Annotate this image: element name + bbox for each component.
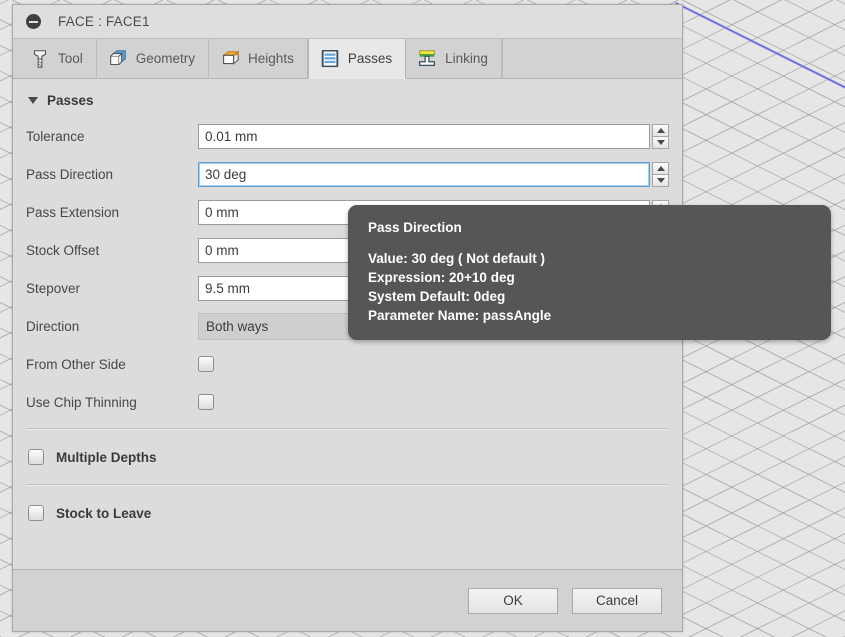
linking-icon (419, 49, 436, 66)
dialog-footer: OK Cancel (13, 569, 682, 631)
caret-down-icon[interactable] (28, 96, 38, 104)
arrow-up-icon (656, 165, 665, 171)
dialog-title: FACE : FACE1 (58, 14, 150, 29)
tooltip-title: Pass Direction (368, 220, 462, 235)
pass-direction-input[interactable]: 30 deg (198, 161, 650, 187)
minus-circle-icon[interactable] (26, 14, 41, 29)
passes-icon (321, 49, 339, 67)
dialog-titlebar: FACE : FACE1 (13, 5, 682, 39)
tool-icon (33, 49, 47, 68)
tolerance-input[interactable]: 0.01 mm (198, 123, 650, 149)
parameter-tooltip: Pass Direction Value: 30 deg ( Not defau… (348, 205, 831, 340)
arrow-down-icon (656, 139, 665, 145)
row-tolerance: Tolerance 0.01 mm (26, 117, 669, 155)
group-multiple-depths[interactable]: Multiple Depths (26, 437, 669, 477)
stock-to-leave-checkbox[interactable] (28, 505, 44, 521)
section-divider (26, 484, 669, 486)
row-pass-direction: Pass Direction 30 deg (26, 155, 669, 193)
geometry-icon (109, 49, 126, 65)
pass-direction-spin-up[interactable] (652, 161, 669, 174)
tolerance-spin-down[interactable] (652, 135, 669, 149)
heights-icon (222, 50, 240, 65)
arrow-up-icon (656, 127, 665, 133)
tooltip-line-system-default: System Default: 0deg (368, 289, 506, 304)
stock-to-leave-label: Stock to Leave (56, 505, 152, 521)
label-pass-extension: Pass Extension (26, 204, 120, 220)
from-other-side-checkbox[interactable] (198, 356, 214, 372)
ok-button[interactable]: OK (468, 587, 558, 614)
pass-direction-spin-down[interactable] (652, 173, 669, 187)
label-direction: Direction (26, 318, 80, 334)
group-stock-to-leave[interactable]: Stock to Leave (26, 493, 669, 533)
multiple-depths-label: Multiple Depths (56, 449, 157, 465)
row-use-chip-thinning: Use Chip Thinning (26, 383, 669, 421)
label-from-other-side: From Other Side (26, 356, 126, 372)
passes-section-header[interactable]: Passes (26, 79, 669, 117)
tab-tool[interactable]: Tool (19, 39, 97, 78)
pass-direction-spinner[interactable] (652, 161, 669, 187)
arrow-down-icon (656, 177, 665, 183)
tab-passes-label: Passes (347, 51, 393, 66)
section-divider (26, 428, 669, 430)
label-tolerance: Tolerance (26, 128, 85, 144)
tab-linking-label: Linking (445, 51, 488, 66)
tab-tool-label: Tool (58, 51, 83, 66)
tooltip-line-value: Value: 30 deg ( Not default ) (368, 251, 546, 266)
label-stock-offset: Stock Offset (26, 242, 100, 258)
label-use-chip-thinning: Use Chip Thinning (26, 394, 137, 410)
tab-passes[interactable]: Passes (307, 39, 407, 79)
tab-geometry[interactable]: Geometry (97, 39, 210, 78)
model-edge-highlight (675, 2, 845, 89)
tolerance-spinner[interactable] (652, 123, 669, 149)
dialog-tabstrip: Tool Geometry Heights Passes Linking (13, 39, 682, 79)
tabstrip-filler (501, 39, 682, 78)
tooltip-line-parameter-name: Parameter Name: passAngle (368, 308, 552, 323)
tab-geometry-label: Geometry (135, 51, 196, 66)
row-from-other-side: From Other Side (26, 345, 669, 383)
tab-heights[interactable]: Heights (209, 39, 308, 78)
label-pass-direction: Pass Direction (26, 166, 114, 182)
field-pass-direction: 30 deg (198, 161, 669, 187)
use-chip-thinning-checkbox[interactable] (198, 394, 214, 410)
field-tolerance: 0.01 mm (198, 123, 669, 149)
multiple-depths-checkbox[interactable] (28, 449, 44, 465)
tab-linking[interactable]: Linking (406, 39, 502, 78)
tab-heights-label: Heights (248, 51, 294, 66)
cancel-button[interactable]: Cancel (572, 587, 662, 614)
passes-section-title: Passes (47, 92, 94, 108)
tooltip-line-expression: Expression: 20+10 deg (368, 270, 515, 285)
tolerance-spin-up[interactable] (652, 123, 669, 136)
direction-selected-value: Both ways (206, 318, 269, 334)
label-stepover: Stepover (26, 280, 81, 296)
